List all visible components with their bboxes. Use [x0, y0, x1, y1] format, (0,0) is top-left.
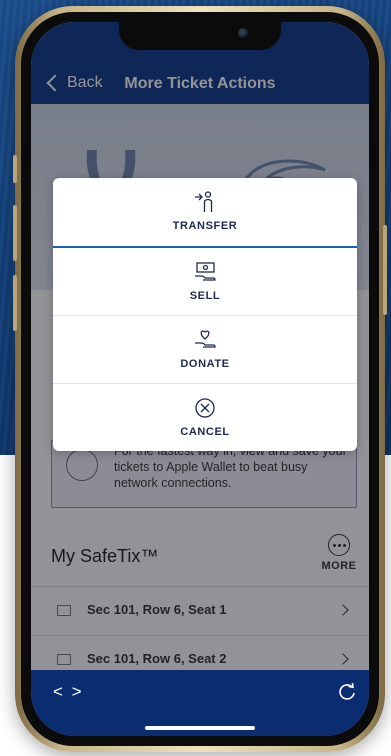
notch [119, 22, 281, 50]
transfer-action[interactable]: TRANSFER [53, 178, 357, 246]
transfer-icon [195, 191, 213, 212]
side-button [13, 275, 17, 331]
sell-label: SELL [189, 290, 221, 302]
cancel-icon [195, 398, 215, 418]
sell-action[interactable]: SELL [53, 248, 357, 316]
side-button [383, 225, 387, 315]
phone-screen: Back More Ticket Actions For the fastest… [31, 22, 369, 736]
donate-action[interactable]: DONATE [53, 316, 357, 384]
home-indicator [145, 726, 255, 730]
ticket-actions-sheet: TRANSFER SELL DONATE CANCEL [53, 178, 357, 451]
side-button [13, 205, 17, 261]
sell-icon [195, 262, 216, 281]
cancel-action[interactable]: CANCEL [53, 384, 357, 451]
donate-label: DONATE [180, 358, 230, 370]
refresh-icon[interactable] [337, 682, 357, 702]
cancel-label: CANCEL [180, 426, 230, 438]
camera-icon [238, 28, 248, 38]
donate-icon [195, 330, 216, 348]
side-button [13, 155, 17, 183]
code-icon[interactable]: < > [53, 682, 84, 702]
transfer-label: TRANSFER [172, 220, 238, 232]
